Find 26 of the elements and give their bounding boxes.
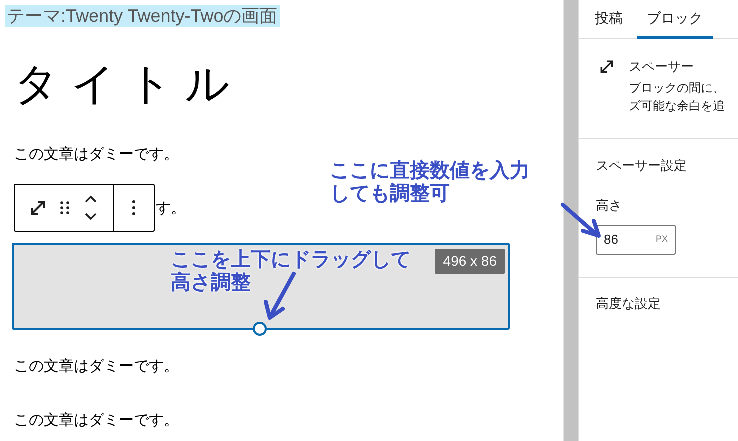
page-title: タイトル <box>14 58 243 112</box>
block-description: ブロックの間に、 ズ可能な余白を追 <box>629 80 725 115</box>
height-field[interactable]: 86 PX <box>596 225 676 255</box>
up-down-icon[interactable] <box>83 194 99 222</box>
sidebar-tab[interactable]: ブロック <box>637 0 713 39</box>
section-title: スペーサー設定 <box>596 157 688 175</box>
block-name: スペーサー <box>629 58 695 76</box>
theme-label: テーマ:Twenty Twenty-Twoの画面 <box>5 5 280 27</box>
more-options-icon[interactable] <box>132 200 136 216</box>
advanced-settings-toggle[interactable]: 高度な設定 <box>579 278 661 313</box>
resize-icon[interactable] <box>29 199 47 217</box>
unit-label: PX <box>656 233 668 246</box>
field-label: 高さ <box>596 197 623 215</box>
paragraph: この文章はダミーです。 <box>14 145 180 165</box>
drag-handle-icon[interactable] <box>59 200 71 216</box>
callout-text: ここを上下にドラッグして 高さ調整 <box>171 249 411 295</box>
scrollbar[interactable] <box>563 0 578 441</box>
callout-text: ここに直接数値を入力 しても調整可 <box>330 160 530 206</box>
paragraph: す。 <box>156 199 186 219</box>
resize-handle[interactable] <box>253 322 267 336</box>
paragraph: この文章はダミーです。 <box>14 357 180 377</box>
size-badge: 496 x 86 <box>435 249 505 274</box>
callout-arrow <box>264 272 296 320</box>
sidebar-tab[interactable]: 投稿 <box>585 0 633 39</box>
resize-icon <box>599 59 615 75</box>
paragraph: この文章はダミーです。 <box>14 411 180 431</box>
